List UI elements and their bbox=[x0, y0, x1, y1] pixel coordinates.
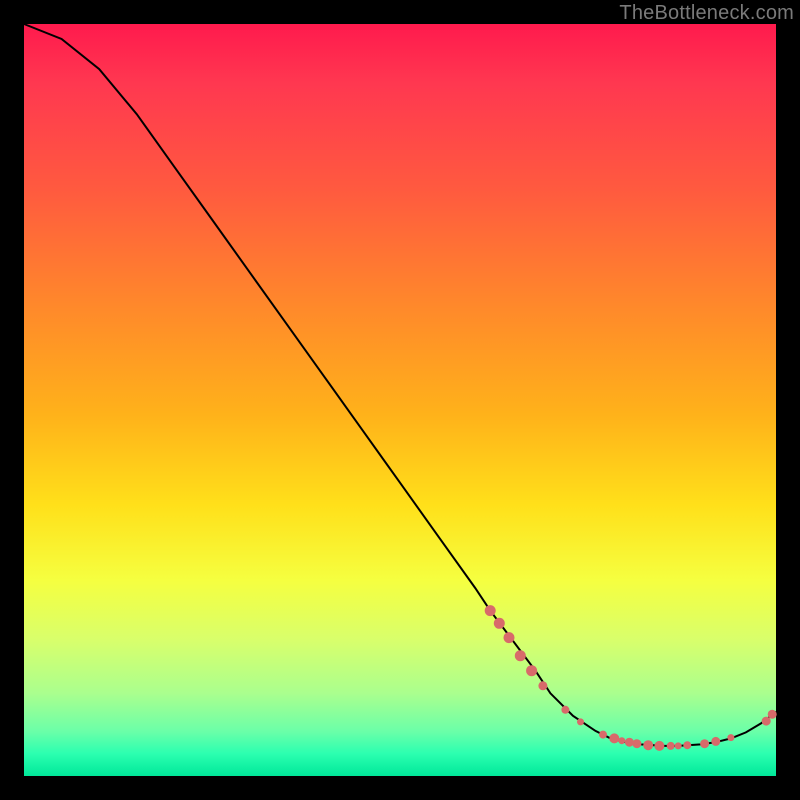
chart-marker bbox=[667, 742, 675, 750]
chart-svg bbox=[24, 24, 776, 776]
chart-marker bbox=[700, 739, 709, 748]
chart-marker bbox=[654, 741, 664, 751]
chart-marker bbox=[632, 739, 641, 748]
chart-marker bbox=[538, 681, 547, 690]
chart-marker bbox=[711, 737, 720, 746]
watermark-text: TheBottleneck.com bbox=[619, 2, 794, 25]
chart-marker bbox=[599, 731, 607, 739]
chart-marker bbox=[618, 737, 625, 744]
chart-marker bbox=[762, 717, 771, 726]
chart-marker bbox=[727, 734, 734, 741]
chart-marker bbox=[683, 741, 691, 749]
chart-marker bbox=[768, 710, 777, 719]
chart-marker bbox=[526, 665, 537, 676]
chart-marker bbox=[675, 742, 682, 749]
bottleneck-curve bbox=[24, 24, 776, 746]
chart-marker bbox=[577, 718, 584, 725]
chart-marker bbox=[609, 733, 619, 743]
chart-plot-area bbox=[24, 24, 776, 776]
chart-marker bbox=[515, 650, 526, 661]
chart-markers bbox=[485, 605, 777, 751]
chart-marker bbox=[504, 632, 515, 643]
chart-marker bbox=[561, 706, 569, 714]
chart-marker bbox=[625, 738, 634, 747]
chart-frame: TheBottleneck.com bbox=[0, 0, 800, 800]
chart-marker bbox=[485, 605, 496, 616]
chart-marker bbox=[643, 740, 653, 750]
chart-marker bbox=[494, 618, 505, 629]
